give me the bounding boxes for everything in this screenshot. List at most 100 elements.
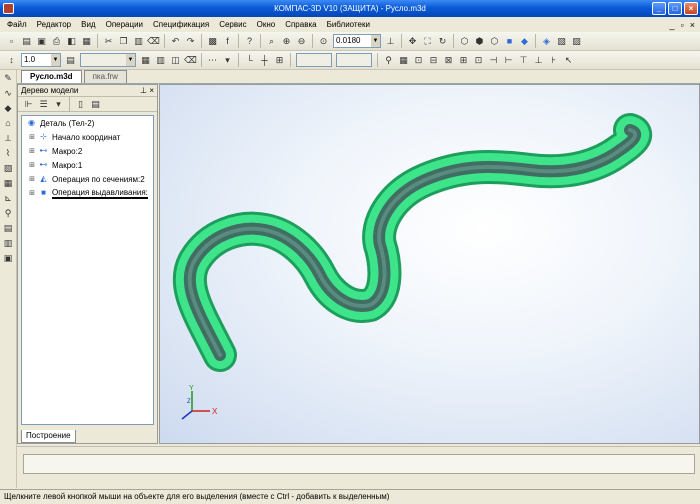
doc-close-button[interactable]: × [690, 20, 695, 30]
tab-construction[interactable]: Построение [21, 430, 76, 443]
chevron-down-icon[interactable]: ▾ [221, 54, 234, 67]
select-plane-icon[interactable]: ⊡ [472, 54, 485, 67]
select-all-icon[interactable]: ▦ [397, 54, 410, 67]
close-icon[interactable]: × [149, 86, 154, 95]
elements-icon[interactable]: ▣ [2, 252, 15, 265]
spec-icon[interactable]: ▤ [2, 222, 15, 235]
tree-root[interactable]: ◉ Деталь (Тел-2) [22, 116, 153, 130]
step-select[interactable]: 1.0 ▼ [21, 53, 61, 67]
section-icon[interactable]: ▧ [555, 35, 568, 48]
select-sketch-icon[interactable]: ⊢ [502, 54, 515, 67]
doc-restore-button[interactable]: ▫ [681, 20, 684, 30]
zoom-all-icon[interactable]: ⛶ [421, 35, 434, 48]
dimensions-icon[interactable]: ⟂ [2, 132, 15, 145]
measure-icon[interactable]: ⊾ [2, 192, 15, 205]
shaded-icon[interactable]: ■ [503, 35, 516, 48]
menu-service[interactable]: Сервис [214, 17, 251, 32]
properties-icon[interactable]: ▦ [80, 35, 93, 48]
curves-icon[interactable]: ∿ [2, 87, 15, 100]
new-file-icon[interactable]: ▫ [5, 35, 18, 48]
select-curve-icon[interactable]: ⊥ [532, 54, 545, 67]
open-file-icon[interactable]: ▤ [20, 35, 33, 48]
local-cs-icon[interactable]: └ [243, 54, 256, 67]
filter-objects-icon[interactable]: ⚲ [2, 207, 15, 220]
pan-icon[interactable]: ✥ [406, 35, 419, 48]
select-body-icon[interactable]: ⊞ [457, 54, 470, 67]
ortho-icon[interactable]: ┼ [258, 54, 271, 67]
cut-icon[interactable]: ✂ [102, 35, 115, 48]
zoom-in-icon[interactable]: ⊕ [280, 35, 293, 48]
pin-icon[interactable]: ⊥ [140, 86, 147, 95]
shaded-edges-icon[interactable]: ◆ [518, 35, 531, 48]
select-face-icon[interactable]: ⊠ [442, 54, 455, 67]
expand-icon[interactable]: ⊞ [28, 189, 36, 197]
layer-icon[interactable]: ▤ [64, 54, 77, 67]
reports-icon[interactable]: ▥ [2, 237, 15, 250]
paste-icon[interactable]: ▥ [132, 35, 145, 48]
spatial-curves-icon[interactable]: ⌇ [2, 147, 15, 160]
sheet-metal-icon[interactable]: ⌂ [2, 117, 15, 130]
menu-file[interactable]: Файл [2, 17, 32, 32]
zoom-window-icon[interactable]: ⌕ [265, 35, 278, 48]
maximize-button[interactable]: □ [668, 2, 682, 15]
format-icon[interactable]: ⌫ [147, 35, 160, 48]
minimize-button[interactable]: _ [652, 2, 666, 15]
save-icon[interactable]: ▣ [35, 35, 48, 48]
eraser-icon[interactable]: ⌫ [184, 54, 197, 67]
arrays-icon[interactable]: ▦ [2, 177, 15, 190]
wireframe-icon[interactable]: ⬡ [458, 35, 471, 48]
tree-item-macro-1[interactable]: ⊞ ⊷ Макро:1 [22, 158, 153, 172]
x-coordinate-field[interactable] [296, 53, 332, 67]
thin-lines-icon[interactable]: ⬡ [488, 35, 501, 48]
tree-item-extrude[interactable]: ⊞ ■ Операция выдавливания: [22, 186, 153, 200]
undo-icon[interactable]: ↶ [169, 35, 182, 48]
menu-libraries[interactable]: Библиотеки [322, 17, 375, 32]
snap-icon[interactable]: ⊞ [273, 54, 286, 67]
variables-icon[interactable]: f [221, 35, 234, 48]
variables-panel-icon[interactable]: ▥ [154, 54, 167, 67]
menu-window[interactable]: Окно [252, 17, 281, 32]
tree-item-origin[interactable]: ⊞ ⊹ Начало координат [22, 130, 153, 144]
model-viewport[interactable]: X Y Z [159, 84, 700, 444]
chevron-down-icon[interactable]: ▼ [126, 54, 135, 66]
redo-icon[interactable]: ↷ [184, 35, 197, 48]
rotate-icon[interactable]: ↻ [436, 35, 449, 48]
copy-icon[interactable]: ❐ [117, 35, 130, 48]
menu-view[interactable]: Вид [76, 17, 100, 32]
orientation-icon[interactable]: ⊥ [384, 35, 397, 48]
tools-icon[interactable]: ▨ [570, 35, 583, 48]
tree-item-macro-2[interactable]: ⊞ ⊷ Макро:2 [22, 144, 153, 158]
menu-specification[interactable]: Спецификация [148, 17, 214, 32]
edit-details-icon[interactable]: ✎ [2, 72, 15, 85]
menu-operations[interactable]: Операции [101, 17, 148, 32]
tree-details-icon[interactable]: ▤ [89, 98, 102, 111]
perspective-icon[interactable]: ◈ [540, 35, 553, 48]
hidden-lines-icon[interactable]: ⬢ [473, 35, 486, 48]
expand-icon[interactable]: ⊞ [28, 161, 36, 169]
chevron-down-icon[interactable]: ▼ [51, 54, 60, 66]
zoom-out-icon[interactable]: ⊖ [295, 35, 308, 48]
filter-icon[interactable]: ⚲ [382, 54, 395, 67]
geometry-icon[interactable]: ◆ [2, 102, 15, 115]
library-icon[interactable]: ▦ [139, 54, 152, 67]
tree-structure-icon[interactable]: ☰ [37, 98, 50, 111]
print-icon[interactable]: ⎙ [50, 35, 63, 48]
tree-order-icon[interactable]: ⊩ [22, 98, 35, 111]
menu-edit[interactable]: Редактор [32, 17, 76, 32]
close-button[interactable]: × [684, 2, 698, 15]
tab-pka-frw[interactable]: пка.frw [83, 70, 127, 83]
select-vertex-icon[interactable]: ⊡ [412, 54, 425, 67]
select-point-icon[interactable]: ⊤ [517, 54, 530, 67]
y-coordinate-field[interactable] [336, 53, 372, 67]
cube-icon[interactable]: ◫ [169, 54, 182, 67]
manager-icon[interactable]: ▩ [206, 35, 219, 48]
zoom-scale-icon[interactable]: ⊙ [317, 35, 330, 48]
layer-select[interactable]: ▼ [80, 53, 136, 67]
tree-list-icon[interactable]: ▯ [74, 98, 87, 111]
select-edge-icon[interactable]: ⊟ [427, 54, 440, 67]
select-cursor-icon[interactable]: ↖ [562, 54, 575, 67]
expand-icon[interactable]: ⊞ [28, 133, 36, 141]
doc-minimize-button[interactable]: _ [670, 20, 675, 30]
select-surface-icon[interactable]: ⊦ [547, 54, 560, 67]
tree-item-loft[interactable]: ⊞ ◭ Операция по сечениям:2 [22, 172, 153, 186]
